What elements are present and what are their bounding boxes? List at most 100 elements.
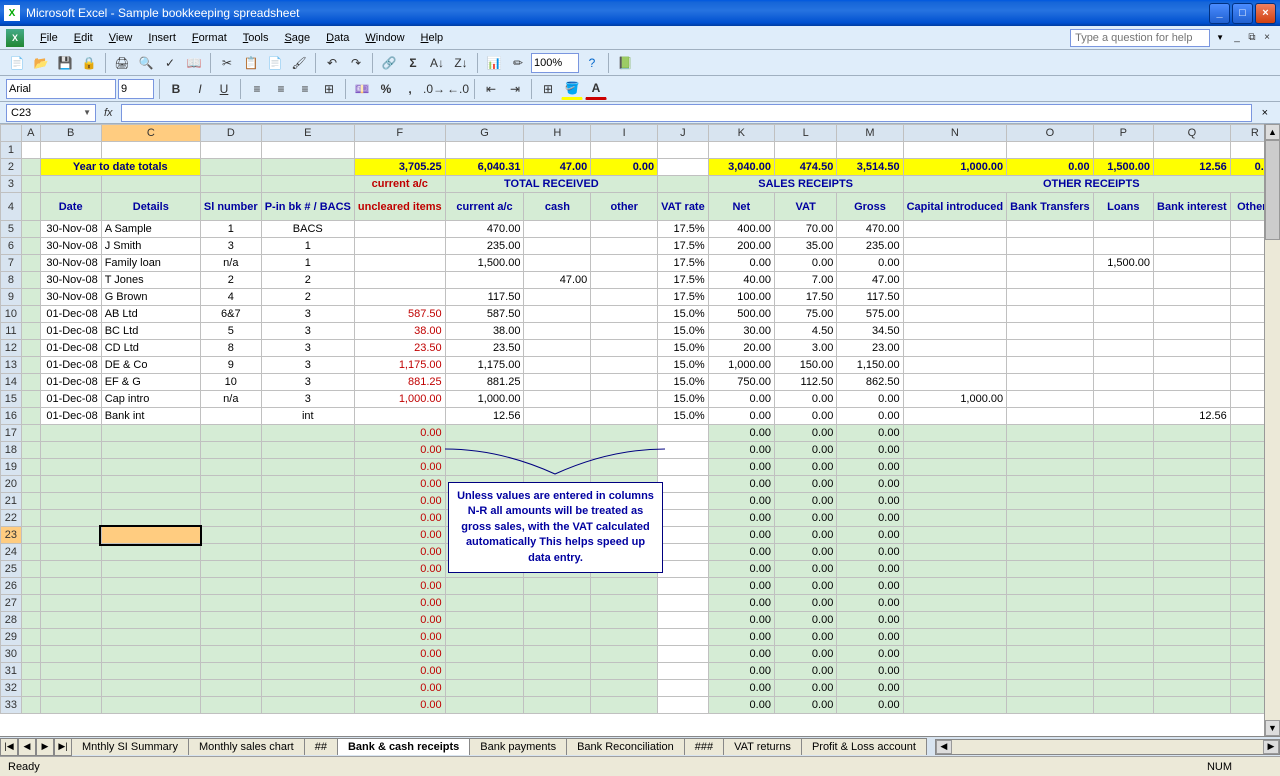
- cell[interactable]: 235.00: [837, 238, 903, 255]
- cell[interactable]: Bank int: [101, 408, 200, 425]
- cell[interactable]: 0.00: [837, 391, 903, 408]
- cell[interactable]: 1,000.00: [445, 391, 524, 408]
- cell[interactable]: [200, 561, 261, 578]
- column-header[interactable]: B: [40, 125, 101, 142]
- redo-button[interactable]: ↷: [345, 52, 367, 74]
- cell[interactable]: 23.50: [354, 340, 445, 357]
- underline-button[interactable]: U: [213, 78, 235, 100]
- spelling-button[interactable]: ✓: [159, 52, 181, 74]
- cell[interactable]: 12.56: [1154, 408, 1231, 425]
- cell[interactable]: 6,040.31: [445, 159, 524, 176]
- cell[interactable]: [354, 221, 445, 238]
- cell[interactable]: Gross: [837, 193, 903, 221]
- cell[interactable]: [658, 680, 709, 697]
- cell[interactable]: [1093, 442, 1153, 459]
- cell[interactable]: 470.00: [445, 221, 524, 238]
- cell[interactable]: [1007, 493, 1093, 510]
- cell[interactable]: 0.00: [708, 561, 774, 578]
- font-name-select[interactable]: [6, 79, 116, 99]
- cell[interactable]: 0.00: [774, 391, 836, 408]
- cell[interactable]: 0.00: [708, 408, 774, 425]
- cell[interactable]: [524, 374, 591, 391]
- column-header[interactable]: Q: [1154, 125, 1231, 142]
- cell[interactable]: [524, 306, 591, 323]
- row-header[interactable]: 3: [1, 176, 22, 193]
- cell[interactable]: [101, 425, 200, 442]
- menu-file[interactable]: File: [32, 29, 66, 47]
- cell[interactable]: [837, 142, 903, 159]
- cell[interactable]: [40, 646, 101, 663]
- cell[interactable]: [200, 527, 261, 544]
- cell[interactable]: [101, 527, 200, 544]
- cell[interactable]: 0.00: [837, 408, 903, 425]
- cell[interactable]: 17.5%: [658, 255, 709, 272]
- cell[interactable]: 0.00: [837, 459, 903, 476]
- cell[interactable]: [200, 408, 261, 425]
- cell[interactable]: [1007, 612, 1093, 629]
- cell[interactable]: 5: [200, 323, 261, 340]
- cell[interactable]: 0.00: [591, 159, 658, 176]
- cell[interactable]: 17.5%: [658, 238, 709, 255]
- cell[interactable]: [1093, 238, 1153, 255]
- cell[interactable]: [101, 544, 200, 561]
- cell[interactable]: 0.00: [708, 629, 774, 646]
- cell[interactable]: 0.00: [1007, 159, 1093, 176]
- cell[interactable]: [524, 612, 591, 629]
- cell[interactable]: [591, 595, 658, 612]
- cell[interactable]: 40.00: [708, 272, 774, 289]
- cell[interactable]: [1093, 340, 1153, 357]
- cell[interactable]: AB Ltd: [101, 306, 200, 323]
- cell[interactable]: [1007, 697, 1093, 714]
- cell[interactable]: [903, 221, 1007, 238]
- cell[interactable]: [1007, 357, 1093, 374]
- cell[interactable]: [658, 544, 709, 561]
- row-header[interactable]: 2: [1, 159, 22, 176]
- cell[interactable]: [445, 612, 524, 629]
- cell[interactable]: [21, 238, 40, 255]
- row-header[interactable]: 23: [1, 527, 22, 544]
- drawing-button[interactable]: ✏: [507, 52, 529, 74]
- cell[interactable]: 2: [261, 289, 354, 306]
- cell[interactable]: [658, 159, 709, 176]
- cell[interactable]: [1007, 442, 1093, 459]
- cell[interactable]: [101, 493, 200, 510]
- cell[interactable]: Net: [708, 193, 774, 221]
- doc-restore-button[interactable]: ⧉: [1245, 31, 1259, 45]
- font-size-select[interactable]: [118, 79, 154, 99]
- cell[interactable]: 400.00: [708, 221, 774, 238]
- cell[interactable]: [40, 176, 101, 193]
- cell[interactable]: [1007, 289, 1093, 306]
- cell[interactable]: 0.00: [837, 544, 903, 561]
- cell[interactable]: [21, 255, 40, 272]
- menu-view[interactable]: View: [101, 29, 141, 47]
- row-header[interactable]: 10: [1, 306, 22, 323]
- cell[interactable]: [21, 578, 40, 595]
- scroll-thumb[interactable]: [1265, 140, 1280, 240]
- cell[interactable]: [21, 289, 40, 306]
- cell[interactable]: 0.00: [837, 629, 903, 646]
- name-box[interactable]: C23 ▼: [6, 104, 96, 122]
- cell[interactable]: [101, 629, 200, 646]
- cell[interactable]: 12.56: [445, 408, 524, 425]
- cell[interactable]: 15.0%: [658, 340, 709, 357]
- cell[interactable]: [1007, 544, 1093, 561]
- help-button[interactable]: ?: [581, 52, 603, 74]
- cell[interactable]: [903, 142, 1007, 159]
- cell[interactable]: cash: [524, 193, 591, 221]
- cell[interactable]: 1,500.00: [445, 255, 524, 272]
- cell[interactable]: 12.56: [1154, 159, 1231, 176]
- cell[interactable]: [524, 340, 591, 357]
- cell[interactable]: 70.00: [774, 221, 836, 238]
- cell[interactable]: J Smith: [101, 238, 200, 255]
- cell[interactable]: 4: [200, 289, 261, 306]
- paste-button[interactable]: 📄: [264, 52, 286, 74]
- cell[interactable]: 75.00: [774, 306, 836, 323]
- cell[interactable]: n/a: [200, 255, 261, 272]
- cell[interactable]: [658, 493, 709, 510]
- cell[interactable]: [1154, 595, 1231, 612]
- cell[interactable]: [261, 176, 354, 193]
- cell[interactable]: VAT: [774, 193, 836, 221]
- menu-format[interactable]: Format: [184, 29, 235, 47]
- cell[interactable]: [261, 646, 354, 663]
- cell[interactable]: [40, 680, 101, 697]
